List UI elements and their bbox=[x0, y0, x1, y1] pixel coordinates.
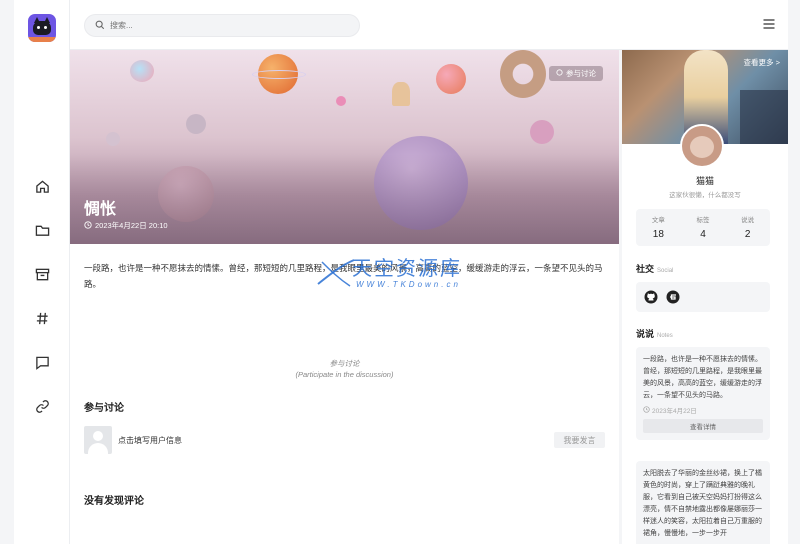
discussion-label-cn: 参与讨论 bbox=[329, 359, 360, 368]
stat-articles[interactable]: 文章 18 bbox=[636, 209, 681, 246]
note-card: 太阳脱去了华丽的金丝纱裙，换上了橘黄色的时尚，穿上了蹒跹典雅的晚礼服，它看到自己… bbox=[636, 461, 770, 544]
folder-icon[interactable] bbox=[33, 221, 51, 239]
comment-user-row: 点击填写用户信息 我要发言 bbox=[84, 426, 605, 454]
note-card: 一段路，也许是一种不愿抹去的情愫。曾经，那短短的几里路程，是我眼里最美的风景，高… bbox=[636, 347, 770, 440]
social-title: 社交 Social bbox=[636, 264, 674, 274]
profile-name: 猫猫 bbox=[695, 176, 714, 186]
post-body: 一段路，也许是一种不愿抹去的情愫。曾经，那短短的几里路程，是我眼里最美的风景，高… bbox=[84, 263, 603, 289]
site-logo[interactable] bbox=[28, 14, 56, 42]
clock-icon bbox=[84, 220, 92, 231]
archive-icon[interactable] bbox=[33, 265, 51, 283]
comment-icon bbox=[556, 69, 563, 78]
note-text: 一段路，也许是一种不愿抹去的情愫。曾经，那短短的几里路程，是我眼里最美的风景，高… bbox=[643, 356, 762, 399]
home-icon[interactable] bbox=[33, 177, 51, 195]
no-comments-text: 没有发现评论 bbox=[84, 496, 144, 507]
github-icon[interactable] bbox=[644, 290, 658, 304]
search-icon bbox=[95, 17, 105, 35]
post-title: 惆怅 bbox=[84, 201, 117, 218]
social-links bbox=[636, 282, 770, 312]
post-date: 2023年4月22日 20:10 bbox=[84, 220, 168, 231]
post-date-text: 2023年4月22日 20:10 bbox=[95, 221, 168, 230]
discussion-divider: 参与讨论 (Participate in the discussion) bbox=[70, 358, 619, 380]
menu-icon[interactable] bbox=[762, 17, 776, 31]
link-icon[interactable] bbox=[33, 397, 51, 415]
fill-user-info-link[interactable]: 点击填写用户信息 bbox=[118, 435, 182, 446]
discussion-label-en: (Participate in the discussion) bbox=[295, 370, 394, 379]
profile-stats: 文章 18 标签 4 说说 2 bbox=[636, 209, 770, 246]
search-input[interactable] bbox=[110, 21, 350, 30]
message-icon[interactable] bbox=[33, 353, 51, 371]
hash-icon[interactable] bbox=[33, 309, 51, 327]
clock-icon bbox=[643, 405, 650, 415]
notes-title: 说说 Notes bbox=[636, 329, 673, 339]
stat-notes[interactable]: 说说 2 bbox=[725, 209, 770, 246]
post-cover: 参与讨论 惆怅 2023年4月22日 20:10 bbox=[70, 50, 619, 244]
discuss-tag-label: 参与讨论 bbox=[566, 69, 596, 78]
stat-tags[interactable]: 标签 4 bbox=[681, 209, 726, 246]
reply-button[interactable]: 我要发言 bbox=[554, 432, 605, 448]
user-avatar-placeholder bbox=[84, 426, 112, 454]
top-bar bbox=[70, 0, 788, 50]
note-date: 2023年4月22日 bbox=[643, 405, 763, 415]
discussion-heading: 参与讨论 bbox=[84, 403, 124, 414]
main-content: 参与讨论 惆怅 2023年4月22日 20:10 一段路，也许是一种不愿抹去的情… bbox=[70, 50, 619, 544]
left-rail bbox=[14, 0, 70, 544]
discuss-tag[interactable]: 参与讨论 bbox=[549, 66, 603, 81]
profile-avatar[interactable] bbox=[680, 124, 724, 168]
profile-bio: 这家伙很懒，什么都没写 bbox=[669, 192, 741, 199]
gitee-icon[interactable] bbox=[666, 290, 680, 304]
note-text: 太阳脱去了华丽的金丝纱裙，换上了橘黄色的时尚，穿上了蹒跹典雅的晚礼服，它看到自己… bbox=[643, 470, 762, 537]
search-box[interactable] bbox=[84, 14, 360, 37]
note-detail-button[interactable]: 查看详情 bbox=[643, 419, 763, 433]
cat-logo-icon bbox=[33, 17, 51, 35]
sidebar: 查看更多 > 猫猫 这家伙很懒，什么都没写 文章 18 标签 4 说说 2 社交… bbox=[622, 50, 788, 544]
see-more-link[interactable]: 查看更多 > bbox=[744, 57, 780, 68]
